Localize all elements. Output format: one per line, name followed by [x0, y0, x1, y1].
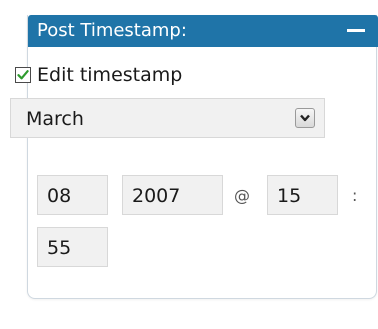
month-select[interactable]: March: [10, 98, 325, 138]
edit-timestamp-checkbox[interactable]: [15, 67, 31, 83]
minute-input[interactable]: 55: [37, 227, 108, 267]
edit-timestamp-label: Edit timestamp: [37, 64, 183, 86]
month-select-value: March: [26, 108, 84, 130]
minus-icon[interactable]: [347, 29, 365, 32]
colon-separator: :: [352, 186, 358, 205]
chevron-down-icon[interactable]: [295, 108, 315, 128]
at-separator: @: [234, 186, 250, 205]
year-input[interactable]: 2007: [122, 175, 223, 215]
day-input[interactable]: 08: [37, 175, 108, 215]
edit-timestamp-row[interactable]: Edit timestamp: [15, 63, 182, 87]
checkmark-icon: [17, 70, 29, 80]
panel-header: Post Timestamp:: [28, 15, 378, 47]
hour-input[interactable]: 15: [267, 175, 338, 215]
panel-title: Post Timestamp:: [37, 20, 187, 41]
